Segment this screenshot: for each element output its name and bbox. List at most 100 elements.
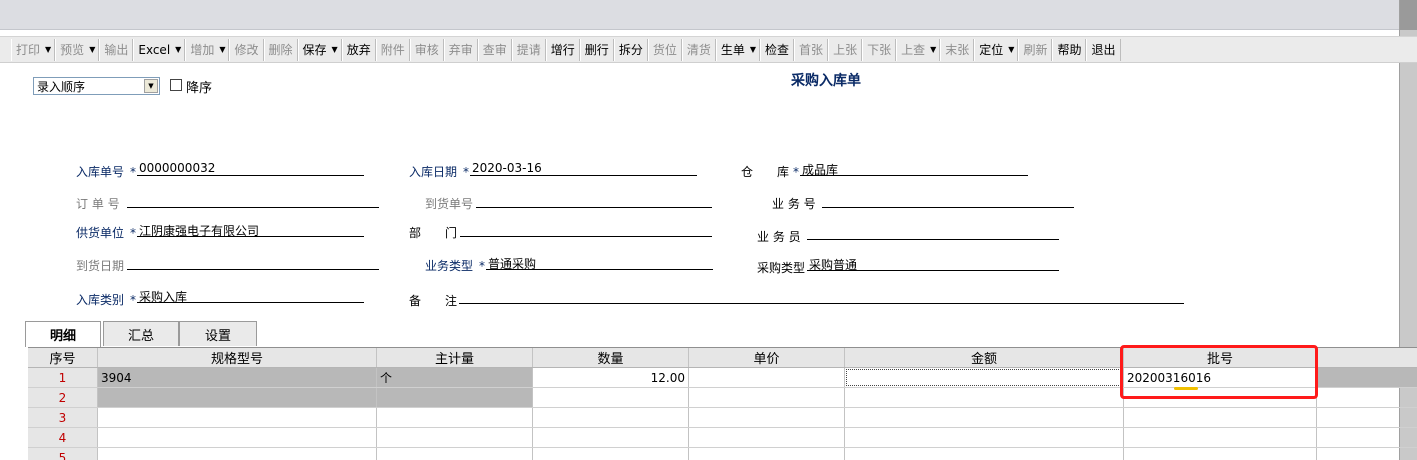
toolbar-button-26[interactable]: 定位 ▼	[974, 38, 1019, 61]
salesman-field[interactable]	[807, 225, 1059, 240]
toolbar-button-11[interactable]: 弃审	[443, 38, 478, 61]
toolbar-button-16[interactable]: 拆分	[613, 38, 648, 61]
dropdown-arrow-icon[interactable]: ▼	[930, 45, 936, 54]
header-extra[interactable]	[1317, 348, 1417, 367]
receipt-type-field[interactable]: 采购入库	[137, 288, 364, 304]
tab-summary[interactable]: 汇总	[103, 321, 179, 346]
spec-cell[interactable]	[98, 428, 377, 447]
dropdown-arrow-icon[interactable]: ▼	[89, 45, 95, 54]
header-price[interactable]: 单价	[689, 348, 845, 367]
toolbar-button-8[interactable]: 放弃	[341, 38, 376, 61]
unit-cell[interactable]	[377, 408, 533, 427]
amount-cell[interactable]	[845, 368, 1124, 387]
extra-cell[interactable]	[1317, 388, 1417, 407]
toolbar-button-18[interactable]: 清货	[681, 38, 716, 61]
toolbar-button-14[interactable]: 增行	[545, 38, 580, 61]
remark-field[interactable]	[459, 289, 1184, 304]
toolbar-button-29[interactable]: 退出	[1086, 38, 1121, 61]
purchase-type-field[interactable]: 采购普通	[807, 256, 1059, 272]
extra-cell[interactable]	[1317, 408, 1417, 427]
toolbar-button-3[interactable]: Excel ▼	[133, 38, 186, 61]
qty-cell[interactable]: 12.00	[533, 368, 689, 387]
toolbar-button-1[interactable]: 预览 ▼	[55, 38, 100, 61]
toolbar-button-7[interactable]: 保存 ▼	[297, 38, 342, 61]
table-row[interactable]: 4	[28, 428, 1417, 448]
header-qty[interactable]: 数量	[533, 348, 689, 367]
spec-cell[interactable]: 3904	[98, 368, 377, 387]
toolbar-button-2[interactable]: 输出	[99, 38, 134, 61]
price-cell[interactable]	[689, 428, 845, 447]
desc-checkbox[interactable]	[170, 79, 182, 91]
business-no-field[interactable]	[822, 193, 1074, 208]
dropdown-arrow-icon[interactable]: ▼	[175, 45, 181, 54]
unit-cell[interactable]: 个	[377, 368, 533, 387]
price-cell[interactable]	[689, 408, 845, 427]
toolbar-button-24[interactable]: 上查 ▼	[896, 38, 941, 61]
toolbar-button-6[interactable]: 删除	[263, 38, 298, 61]
batch-cell[interactable]	[1124, 448, 1317, 460]
batch-cell[interactable]	[1124, 408, 1317, 427]
table-row[interactable]: 5	[28, 448, 1417, 460]
dropdown-arrow-icon[interactable]: ▼	[45, 45, 51, 54]
dropdown-arrow-icon[interactable]: ▼	[1008, 45, 1014, 54]
toolbar-button-22[interactable]: 上张	[828, 38, 863, 61]
arrival-no-field[interactable]	[476, 193, 712, 208]
table-row[interactable]: 3	[28, 408, 1417, 428]
batch-cell[interactable]	[1124, 428, 1317, 447]
scrollbar-thumb[interactable]	[1400, 0, 1417, 30]
toolbar-button-19[interactable]: 生单 ▼	[715, 38, 761, 61]
toolbar-button-13[interactable]: 提请	[511, 38, 546, 61]
order-no-field[interactable]	[127, 193, 379, 208]
toolbar-button-4[interactable]: 增加 ▼	[185, 38, 230, 61]
qty-cell[interactable]	[533, 428, 689, 447]
toolbar-button-17[interactable]: 货位	[647, 38, 682, 61]
toolbar-button-27[interactable]: 刷新	[1018, 38, 1053, 61]
header-amount[interactable]: 金额	[845, 348, 1124, 367]
toolbar-button-5[interactable]: 修改	[229, 38, 264, 61]
qty-cell[interactable]	[533, 388, 689, 407]
spec-cell[interactable]	[98, 388, 377, 407]
qty-cell[interactable]	[533, 448, 689, 460]
tab-detail[interactable]: 明细	[25, 321, 101, 347]
unit-cell[interactable]	[377, 448, 533, 460]
supplier-field[interactable]: 江阴康强电子有限公司	[137, 222, 364, 238]
unit-cell[interactable]	[377, 428, 533, 447]
header-spec[interactable]: 规格型号	[98, 348, 377, 367]
price-cell[interactable]	[689, 368, 845, 387]
toolbar-button-20[interactable]: 检查	[760, 38, 795, 61]
receipt-date-field[interactable]: 2020-03-16	[470, 161, 697, 176]
toolbar-button-0[interactable]: 打印 ▼	[11, 38, 56, 61]
toolbar-button-28[interactable]: 帮助	[1052, 38, 1087, 61]
extra-cell[interactable]	[1317, 368, 1417, 387]
receipt-no-field[interactable]: 0000000032	[137, 161, 364, 176]
toolbar-button-21[interactable]: 首张	[794, 38, 829, 61]
dept-field[interactable]	[460, 222, 712, 237]
toolbar-button-9[interactable]: 附件	[375, 38, 410, 61]
dropdown-arrow-icon[interactable]: ▼	[332, 45, 338, 54]
qty-cell[interactable]	[533, 408, 689, 427]
amount-cell[interactable]	[845, 428, 1124, 447]
warehouse-field[interactable]: 成品库	[800, 161, 1028, 177]
tab-settings[interactable]: 设置	[179, 321, 257, 346]
extra-cell[interactable]	[1317, 448, 1417, 460]
price-cell[interactable]	[689, 388, 845, 407]
dropdown-arrow-icon[interactable]: ▼	[219, 45, 225, 54]
toolbar-button-10[interactable]: 审核	[409, 38, 444, 61]
toolbar-button-15[interactable]: 删行	[579, 38, 614, 61]
toolbar-button-25[interactable]: 末张	[940, 38, 975, 61]
spec-cell[interactable]	[98, 408, 377, 427]
biz-type-field[interactable]: 普通采购	[486, 255, 713, 271]
toolbar-button-23[interactable]: 下张	[862, 38, 897, 61]
price-cell[interactable]	[689, 448, 845, 460]
arrival-date-field[interactable]	[127, 255, 379, 270]
toolbar-button-12[interactable]: 查审	[477, 38, 512, 61]
header-unit[interactable]: 主计量	[377, 348, 533, 367]
extra-cell[interactable]	[1317, 428, 1417, 447]
unit-cell[interactable]	[377, 388, 533, 407]
header-no[interactable]: 序号	[28, 348, 98, 367]
chevron-down-icon[interactable]: ▼	[144, 79, 158, 93]
amount-cell[interactable]	[845, 448, 1124, 460]
dropdown-arrow-icon[interactable]: ▼	[750, 45, 756, 54]
amount-cell[interactable]	[845, 388, 1124, 407]
spec-cell[interactable]	[98, 448, 377, 460]
